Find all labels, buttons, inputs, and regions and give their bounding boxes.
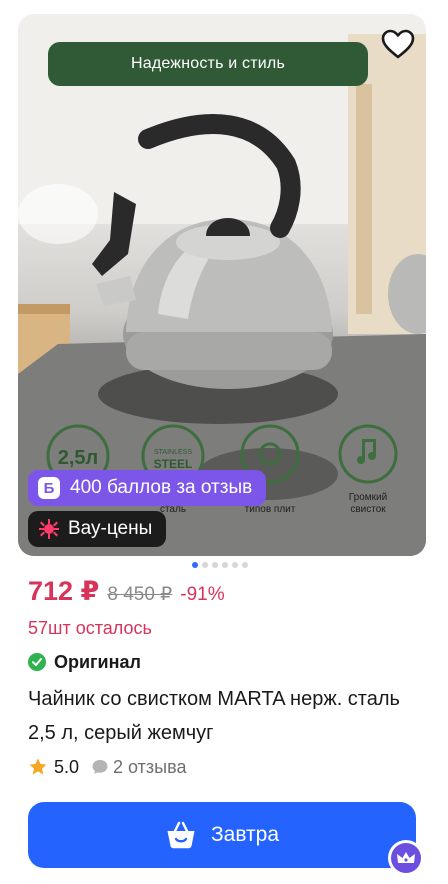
add-to-cart-label: Завтра — [210, 823, 280, 846]
image-pagination[interactable] — [192, 562, 248, 568]
heart-icon — [381, 29, 415, 59]
rating-value: 5.0 — [54, 756, 80, 777]
page-dot[interactable] — [212, 562, 218, 568]
basket-icon — [165, 819, 197, 851]
reviews-count: 2 отзыва — [113, 756, 187, 777]
svg-text:Громкий: Громкий — [349, 492, 387, 503]
points-b-icon: Б — [38, 477, 60, 499]
original-badge: Оригинал — [28, 650, 141, 674]
page-dot[interactable] — [202, 562, 208, 568]
original-label: Оригинал — [54, 651, 141, 672]
page-dot[interactable] — [232, 562, 238, 568]
review-points-badge: Б 400 баллов за отзыв — [28, 470, 267, 506]
page-dot-active[interactable] — [192, 562, 198, 568]
wow-prices-badge: Вау-цены — [28, 511, 167, 547]
premium-badge[interactable] — [388, 840, 424, 876]
discount-percent: -91% — [180, 584, 225, 605]
product-title[interactable]: Чайник со свистком MARTA нерж. сталь 2,5… — [28, 682, 428, 750]
add-to-cart-button[interactable]: Завтра — [28, 802, 416, 868]
rating-row[interactable]: 5.0 2 отзыва — [28, 754, 186, 780]
stock-left: 57шт осталось — [28, 618, 152, 638]
product-card[interactable]: 2,5л STAINLESS STEEL сталь типов плит Гр… — [0, 0, 448, 884]
current-price: 712 ₽ — [28, 576, 100, 606]
star-icon — [29, 758, 47, 775]
price-row: 712 ₽ 8 450 ₽ -91% — [28, 576, 225, 612]
page-dot[interactable] — [242, 562, 248, 568]
crown-icon — [391, 843, 421, 873]
svg-text:STAINLESS: STAINLESS — [154, 449, 192, 456]
old-price: 8 450 ₽ — [107, 584, 173, 605]
svg-text:STEEL: STEEL — [154, 457, 193, 471]
wow-sparkle-icon — [38, 518, 60, 540]
volume-label: 2,5л — [58, 447, 99, 469]
page-dot[interactable] — [222, 562, 228, 568]
check-icon — [28, 653, 46, 671]
comment-icon — [92, 760, 108, 774]
svg-text:свисток: свисток — [350, 504, 386, 515]
wow-prices-text: Вау-цены — [68, 518, 153, 539]
product-banner: Надежность и стиль — [48, 42, 368, 86]
review-points-text: 400 баллов за отзыв — [70, 477, 253, 498]
favorite-button[interactable] — [376, 24, 420, 64]
